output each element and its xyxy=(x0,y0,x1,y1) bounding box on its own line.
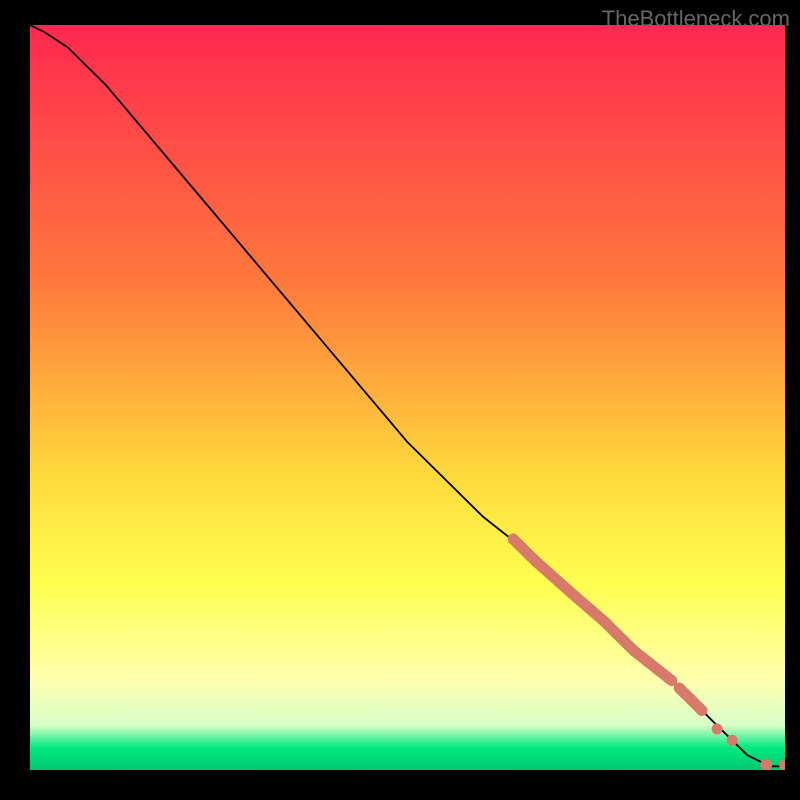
plot-area xyxy=(30,25,785,770)
gradient-background xyxy=(30,25,785,770)
watermark-text: TheBottleneck.com xyxy=(602,6,790,32)
